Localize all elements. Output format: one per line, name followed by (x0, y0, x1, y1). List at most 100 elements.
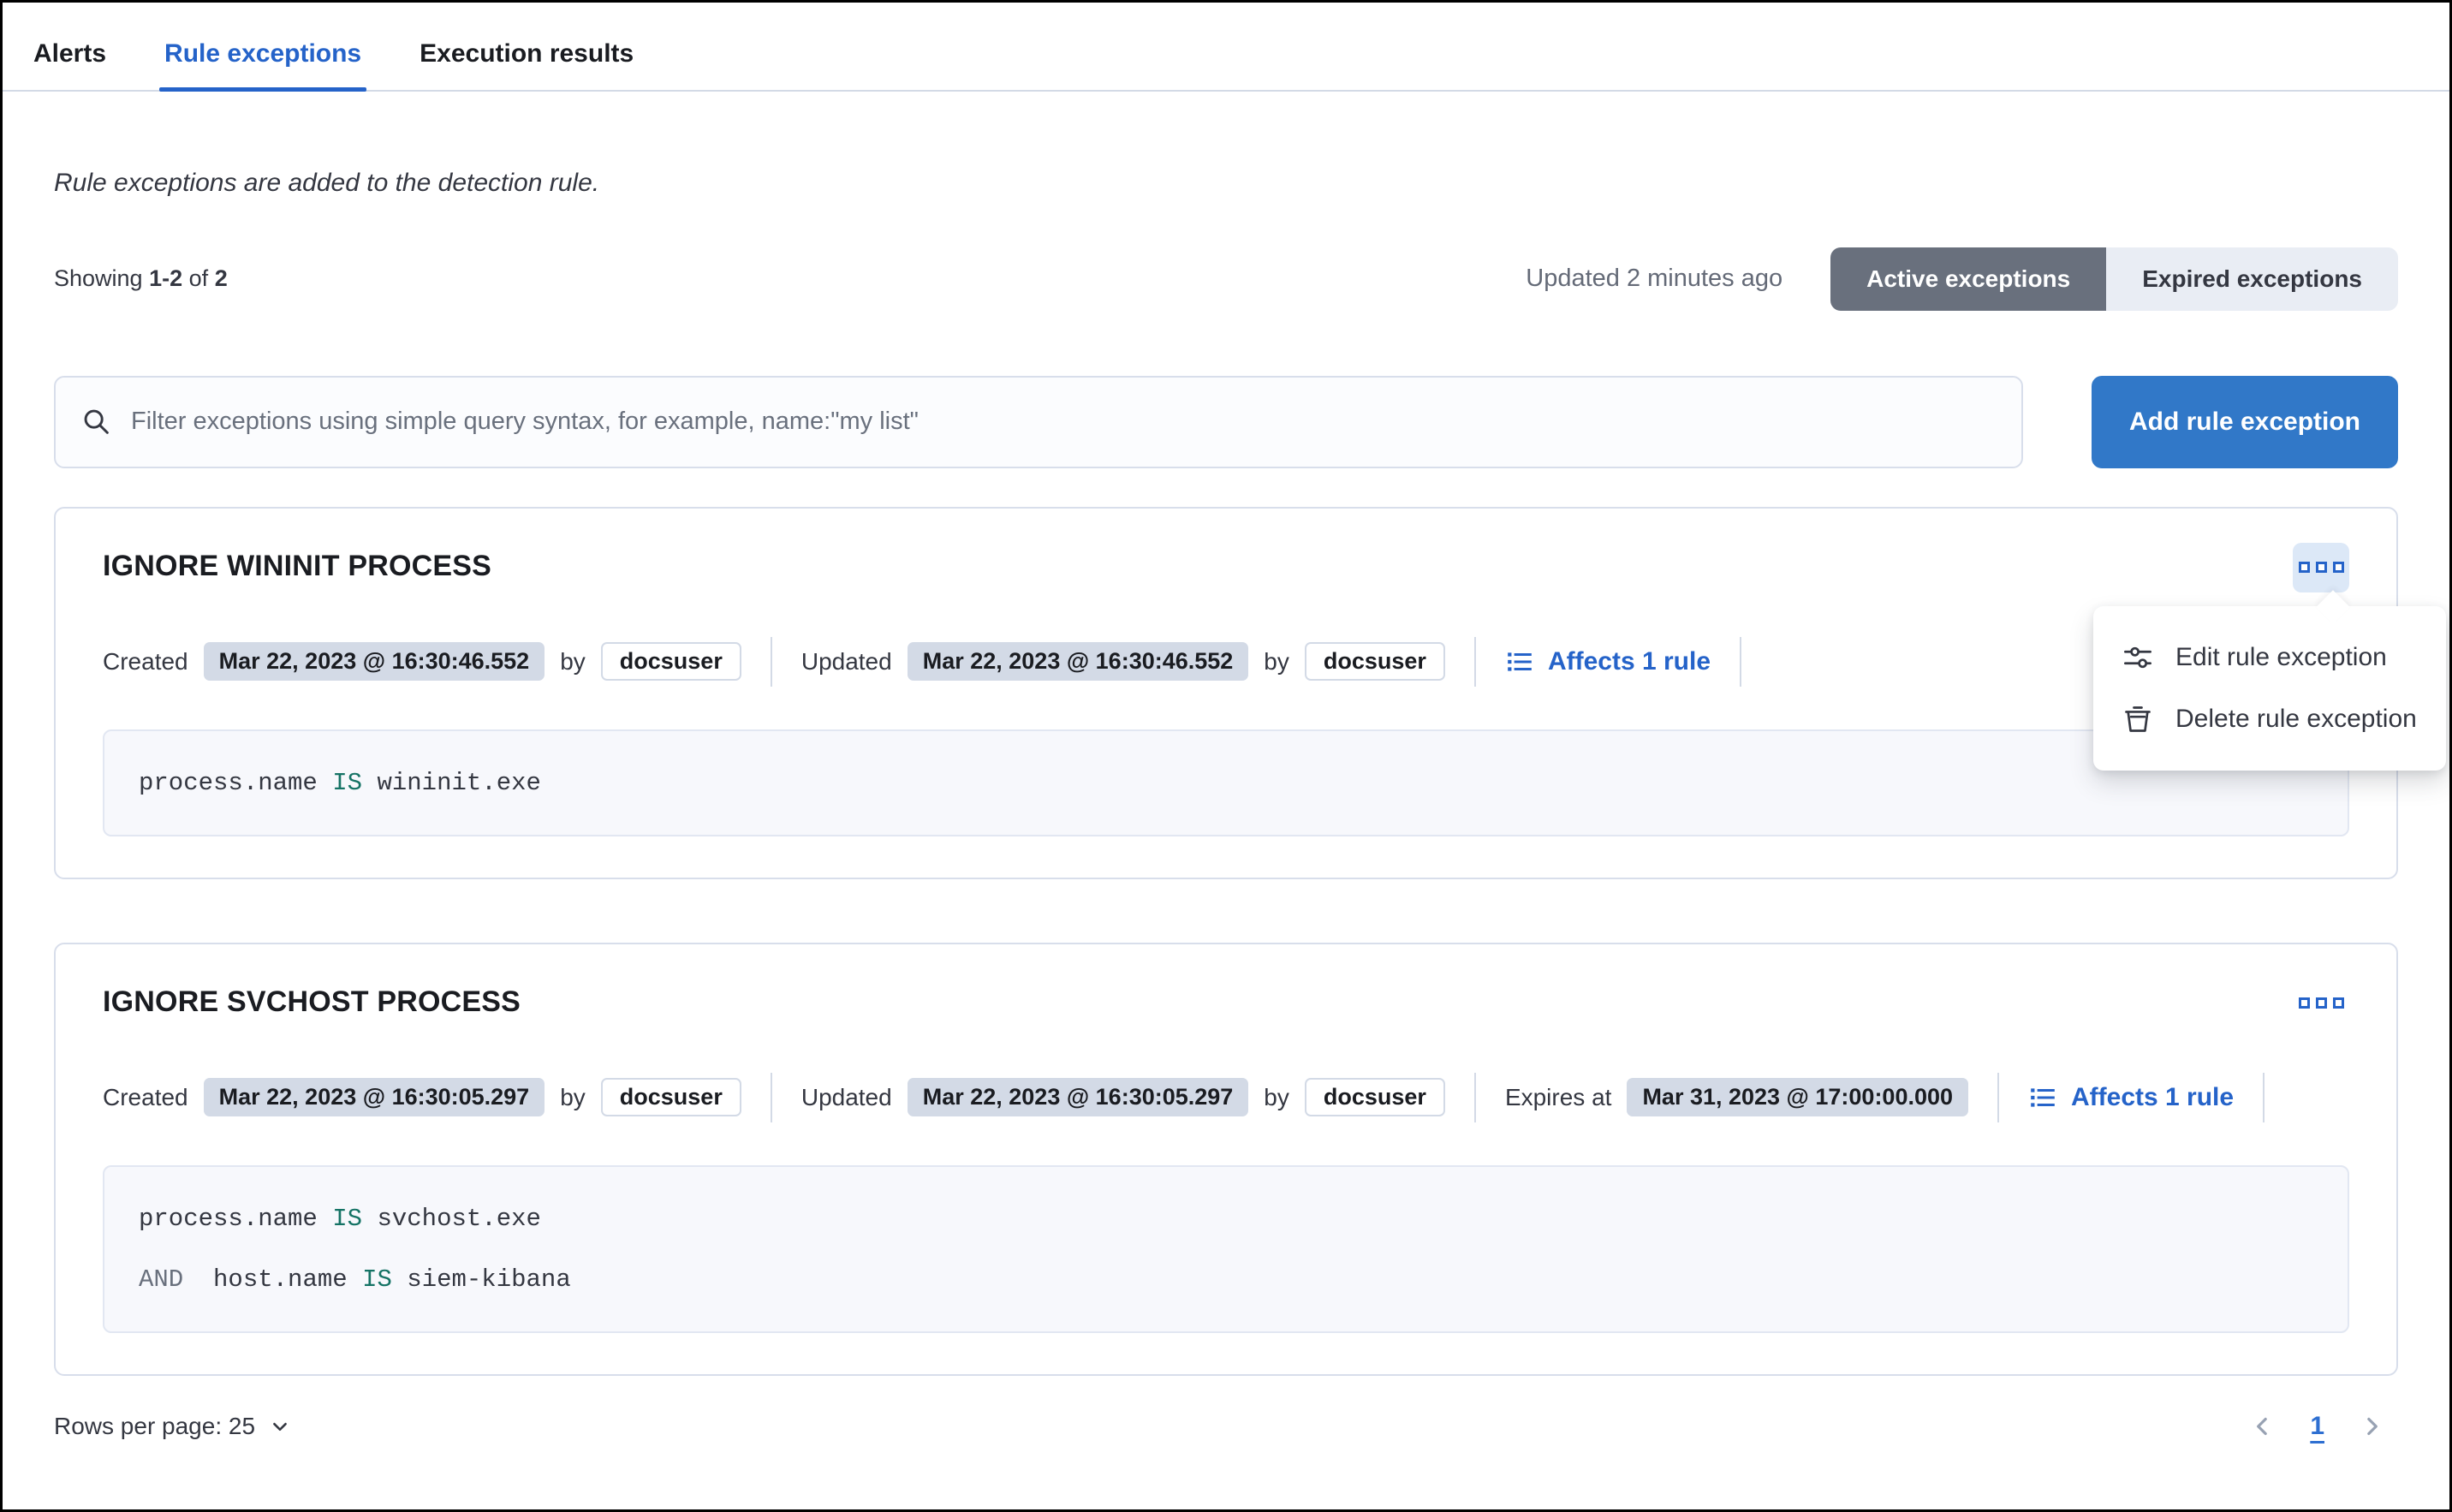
divider (1474, 637, 1476, 687)
showing-range: 1-2 (149, 265, 182, 291)
toolbar-right: Updated 2 minutes ago Active exceptions … (1526, 247, 2398, 311)
add-rule-exception-button[interactable]: Add rule exception (2092, 376, 2398, 468)
created-group: Created Mar 22, 2023 @ 16:30:05.297 by d… (103, 1078, 741, 1116)
tab-alerts[interactable]: Alerts (28, 27, 111, 90)
previous-page-button[interactable] (2248, 1412, 2277, 1441)
exception-actions-button[interactable] (2293, 543, 2349, 592)
exception-query: process.name IS svchost.exe AND host.nam… (103, 1165, 2349, 1333)
created-date-badge: Mar 22, 2023 @ 16:30:05.297 (204, 1078, 545, 1116)
showing-of: of (189, 265, 209, 291)
affects-rules-link[interactable]: Affects 1 rule (2028, 1083, 2234, 1112)
boxes-horizontal-icon (2316, 997, 2327, 1009)
by-label: by (1264, 648, 1289, 676)
divider (1997, 1073, 1999, 1122)
tab-rule-exceptions[interactable]: Rule exceptions (159, 27, 366, 90)
boxes-horizontal-icon (2299, 562, 2310, 573)
edit-rule-exception-item[interactable]: Edit rule exception (2093, 627, 2446, 688)
chevron-left-icon (2248, 1412, 2277, 1441)
delete-rule-exception-label: Delete rule exception (2175, 705, 2417, 734)
query-value: siem-kibana (407, 1265, 570, 1294)
edit-controls-icon (2122, 642, 2153, 673)
exception-filter-group: Active exceptions Expired exceptions (1830, 247, 2398, 311)
created-group: Created Mar 22, 2023 @ 16:30:46.552 by d… (103, 642, 741, 681)
next-page-button[interactable] (2357, 1412, 2386, 1441)
showing-total: 2 (215, 265, 228, 291)
created-user-badge: docsuser (601, 1078, 741, 1116)
affects-rules-label: Affects 1 rule (2071, 1083, 2234, 1112)
query-value: svchost.exe (377, 1205, 540, 1233)
chevron-down-icon (267, 1414, 293, 1439)
query-operator: IS (332, 1205, 362, 1233)
trash-icon (2122, 704, 2153, 735)
created-label: Created (103, 1084, 188, 1111)
query-field: host.name (213, 1265, 348, 1294)
boxes-horizontal-icon (2316, 562, 2327, 573)
exception-meta-row: Created Mar 22, 2023 @ 16:30:46.552 by d… (103, 637, 2349, 687)
updated-group: Updated Mar 22, 2023 @ 16:30:46.552 by d… (801, 642, 1445, 681)
expires-group: Expires at Mar 31, 2023 @ 17:00:00.000 (1505, 1078, 1968, 1116)
by-label: by (1264, 1084, 1289, 1111)
affects-rules-label: Affects 1 rule (1548, 647, 1711, 676)
created-user-badge: docsuser (601, 642, 741, 681)
query-line: process.name IS svchost.exe (139, 1206, 2313, 1231)
search-box[interactable] (54, 376, 2023, 468)
pagination: 1 (2248, 1412, 2386, 1441)
rule-exceptions-page: Alerts Rule exceptions Execution results… (0, 0, 2452, 1512)
rows-per-page-button[interactable]: Rows per page: 25 (54, 1413, 293, 1440)
card-header: IGNORE WININIT PROCESS (103, 550, 2349, 592)
popover-arrow (2316, 590, 2350, 624)
query-line: process.name IS wininit.exe (139, 771, 2313, 795)
card-header: IGNORE SVCHOST PROCESS (103, 985, 2349, 1028)
edit-rule-exception-label: Edit rule exception (2175, 643, 2387, 672)
active-exceptions-button[interactable]: Active exceptions (1830, 247, 2106, 311)
delete-rule-exception-item[interactable]: Delete rule exception (2093, 688, 2446, 750)
page-description: Rule exceptions are added to the detecti… (54, 167, 2398, 199)
updated-date-badge: Mar 22, 2023 @ 16:30:46.552 (908, 642, 1249, 681)
search-icon (81, 407, 112, 438)
list-icon (2028, 1083, 2057, 1112)
updated-user-badge: docsuser (1305, 1078, 1445, 1116)
search-input[interactable] (131, 408, 1996, 436)
query-field: process.name (139, 1205, 318, 1233)
list-icon (1505, 647, 1534, 676)
by-label: by (560, 648, 586, 676)
affects-rules-link[interactable]: Affects 1 rule (1505, 647, 1711, 676)
updated-timestamp: Updated 2 minutes ago (1526, 265, 1782, 293)
exception-title: IGNORE SVCHOST PROCESS (103, 985, 521, 1019)
exception-card-svchost: IGNORE SVCHOST PROCESS Created Mar 22, 2… (54, 943, 2398, 1376)
expired-exceptions-button[interactable]: Expired exceptions (2106, 247, 2398, 311)
divider (771, 1073, 772, 1122)
query-operator: IS (362, 1265, 392, 1294)
query-bool-operator: AND (139, 1265, 183, 1294)
tab-execution-results[interactable]: Execution results (414, 27, 639, 90)
showing-prefix: Showing (54, 265, 143, 291)
toolbar-row: Showing 1-2 of 2 Updated 2 minutes ago A… (54, 247, 2398, 311)
exception-meta-row: Created Mar 22, 2023 @ 16:30:05.297 by d… (103, 1073, 2349, 1122)
exception-title: IGNORE WININIT PROCESS (103, 550, 491, 583)
updated-date-badge: Mar 22, 2023 @ 16:30:05.297 (908, 1078, 1249, 1116)
updated-group: Updated Mar 22, 2023 @ 16:30:05.297 by d… (801, 1078, 1445, 1116)
page-number[interactable]: 1 (2310, 1412, 2324, 1441)
query-value: wininit.exe (377, 769, 540, 797)
updated-user-badge: docsuser (1305, 642, 1445, 681)
exception-actions-button[interactable] (2293, 979, 2349, 1028)
tab-bar: Alerts Rule exceptions Execution results (3, 3, 2449, 92)
updated-label: Updated (801, 1084, 892, 1111)
rows-per-page-label: Rows per page: 25 (54, 1413, 255, 1440)
expires-label: Expires at (1505, 1084, 1612, 1111)
main-content: Rule exceptions are added to the detecti… (3, 167, 2449, 1467)
exception-query: process.name IS wininit.exe (103, 729, 2349, 836)
pagination-footer: Rows per page: 25 1 (54, 1412, 2398, 1467)
search-row: Add rule exception (54, 376, 2398, 468)
divider (2263, 1073, 2265, 1122)
created-label: Created (103, 648, 188, 676)
divider (771, 637, 772, 687)
chevron-right-icon (2357, 1412, 2386, 1441)
showing-count: Showing 1-2 of 2 (54, 265, 228, 292)
divider (1740, 637, 1741, 687)
boxes-horizontal-icon (2333, 997, 2344, 1009)
query-line: AND host.name IS siem-kibana (139, 1267, 2313, 1292)
exception-actions-popover: Edit rule exception Delete rule exceptio… (2093, 606, 2446, 771)
divider (1474, 1073, 1476, 1122)
updated-label: Updated (801, 648, 892, 676)
